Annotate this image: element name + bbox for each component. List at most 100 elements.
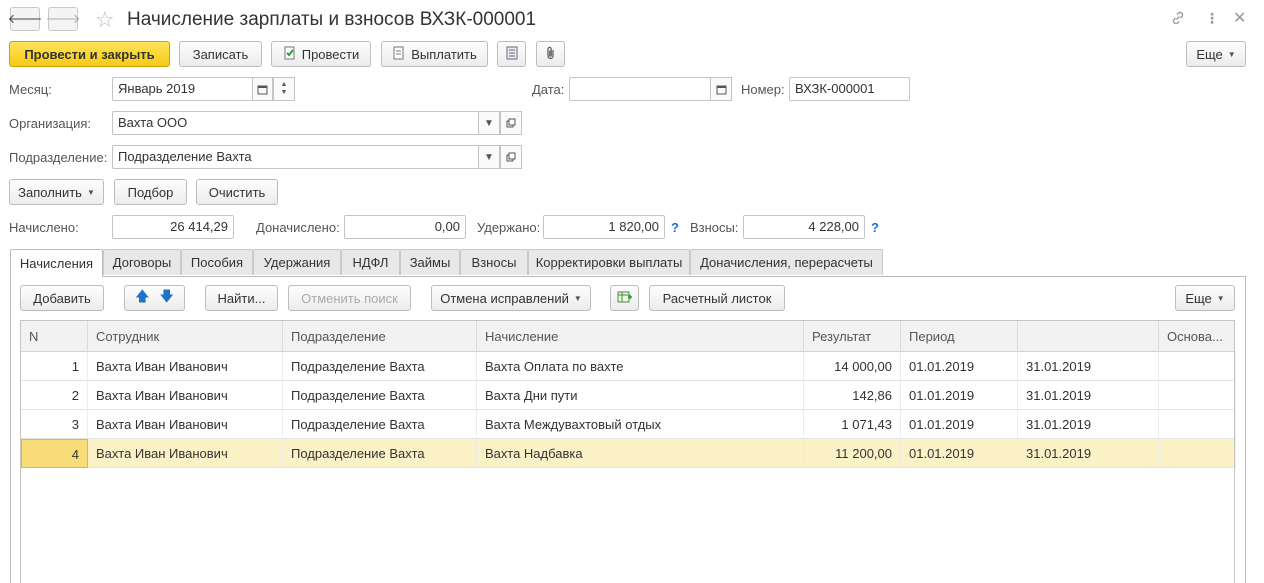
employee-cell[interactable]: Вахта Иван Иванович bbox=[88, 381, 283, 410]
period-start-cell[interactable]: 01.01.2019 bbox=[901, 410, 1018, 439]
payslip-button[interactable]: Расчетный листок bbox=[649, 285, 785, 311]
col-accrual[interactable]: Начисление bbox=[477, 321, 804, 352]
row-number[interactable]: 2 bbox=[21, 381, 88, 410]
department-cell[interactable]: Подразделение Вахта bbox=[283, 410, 477, 439]
col-n[interactable]: N bbox=[21, 321, 88, 352]
table-row[interactable]: 1 Вахта Иван Иванович Подразделение Вахта В… bbox=[21, 352, 1236, 381]
more-button[interactable]: Еще ▼ bbox=[1186, 41, 1246, 67]
organization-field[interactable]: Вахта ООО bbox=[112, 111, 479, 135]
fill-button[interactable]: Заполнить ▼ bbox=[9, 179, 104, 205]
result-cell[interactable]: 14 000,00 bbox=[804, 352, 901, 381]
accrual-cell[interactable]: Вахта Междувахтовый отдых bbox=[477, 410, 804, 439]
favorite-star-icon[interactable]: ☆ bbox=[95, 7, 115, 33]
table-row[interactable]: 4 Вахта Иван Иванович Подразделение Вахта В… bbox=[21, 439, 1236, 468]
withheld-help-icon[interactable]: ? bbox=[671, 220, 679, 235]
department-cell[interactable]: Подразделение Вахта bbox=[283, 352, 477, 381]
contributions-label: Взносы: bbox=[690, 220, 739, 235]
organization-dropdown-icon[interactable]: ▼ bbox=[478, 111, 500, 135]
find-button[interactable]: Найти... bbox=[205, 285, 278, 311]
period-end-cell[interactable]: 31.01.2019 bbox=[1018, 381, 1159, 410]
month-field[interactable]: Январь 2019 bbox=[112, 77, 253, 101]
contributions-help-icon[interactable]: ? bbox=[871, 220, 879, 235]
post-and-close-button[interactable]: Провести и закрыть bbox=[9, 41, 170, 67]
department-field[interactable]: Подразделение Вахта bbox=[112, 145, 479, 169]
add-button[interactable]: Добавить bbox=[20, 285, 104, 311]
col-department[interactable]: Подразделение bbox=[283, 321, 477, 352]
employee-cell[interactable]: Вахта Иван Иванович bbox=[88, 410, 283, 439]
more-vertical-icon[interactable]: ⋮ bbox=[1205, 10, 1219, 27]
date-calendar-icon[interactable] bbox=[710, 77, 732, 101]
period-start-cell[interactable]: 01.01.2019 bbox=[901, 381, 1018, 410]
tab-benefits[interactable]: Пособия bbox=[181, 249, 253, 275]
tab-ndfl[interactable]: НДФЛ bbox=[341, 249, 400, 275]
tab-loans[interactable]: Займы bbox=[400, 249, 460, 275]
organization-open-icon[interactable] bbox=[500, 111, 522, 135]
basis-cell[interactable] bbox=[1159, 381, 1236, 410]
department-cell[interactable]: Подразделение Вахта bbox=[283, 439, 477, 468]
tab-contracts[interactable]: Договоры bbox=[103, 249, 181, 275]
basis-cell[interactable] bbox=[1159, 410, 1236, 439]
period-end-cell[interactable]: 31.01.2019 bbox=[1018, 410, 1159, 439]
accruals-table: N Сотрудник Подразделение Начисление Рез… bbox=[20, 320, 1236, 583]
tab-contributions[interactable]: Взносы bbox=[460, 249, 528, 275]
table-more-button[interactable]: Еще ▼ bbox=[1175, 285, 1235, 311]
employee-cell[interactable]: Вахта Иван Иванович bbox=[88, 439, 283, 468]
table-row[interactable]: 2 Вахта Иван Иванович Подразделение Вахта В… bbox=[21, 381, 1236, 410]
result-cell[interactable]: 11 200,00 bbox=[804, 439, 901, 468]
tab-payment-corrections[interactable]: Корректировки выплаты bbox=[528, 249, 690, 275]
tab-recalculations[interactable]: Доначисления, перерасчеты bbox=[690, 249, 883, 275]
select-button[interactable]: Подбор bbox=[114, 179, 187, 205]
accrual-cell[interactable]: Вахта Дни пути bbox=[477, 381, 804, 410]
cancel-corrections-button[interactable]: Отмена исправлений ▼ bbox=[431, 285, 591, 311]
report-button[interactable] bbox=[497, 41, 526, 67]
period-end-cell[interactable]: 31.01.2019 bbox=[1018, 439, 1159, 468]
result-cell[interactable]: 1 071,43 bbox=[804, 410, 901, 439]
employee-cell[interactable]: Вахта Иван Иванович bbox=[88, 352, 283, 381]
row-number[interactable]: 4 bbox=[21, 439, 88, 468]
move-up-icon[interactable]: 🡅 bbox=[135, 286, 149, 310]
calendar-icon[interactable] bbox=[252, 77, 273, 101]
save-button[interactable]: Записать bbox=[179, 41, 262, 67]
clear-button[interactable]: Очистить bbox=[196, 179, 278, 205]
period-end-cell[interactable]: 31.01.2019 bbox=[1018, 352, 1159, 381]
col-result[interactable]: Результат bbox=[804, 321, 901, 352]
department-dropdown-icon[interactable]: ▼ bbox=[478, 145, 500, 169]
col-period-end[interactable] bbox=[1018, 321, 1159, 352]
department-open-icon[interactable] bbox=[500, 145, 522, 169]
col-period[interactable]: Период bbox=[901, 321, 1018, 352]
close-icon[interactable]: ✕ bbox=[1233, 8, 1246, 28]
number-field[interactable]: ВХЗК-000001 bbox=[789, 77, 910, 101]
paperclip-icon bbox=[545, 46, 557, 63]
withheld-label: Удержано: bbox=[477, 220, 541, 235]
period-start-cell[interactable]: 01.01.2019 bbox=[901, 352, 1018, 381]
stepper-down-icon[interactable]: ▼ bbox=[281, 89, 288, 97]
move-down-icon[interactable]: 🡇 bbox=[160, 286, 174, 310]
table-row[interactable]: 3 Вахта Иван Иванович Подразделение Вахта В… bbox=[21, 410, 1236, 439]
col-basis[interactable]: Основа... bbox=[1159, 321, 1236, 352]
tab-deductions[interactable]: Удержания bbox=[253, 249, 341, 275]
result-cell[interactable]: 142,86 bbox=[804, 381, 901, 410]
row-number[interactable]: 3 bbox=[21, 410, 88, 439]
table-add-icon bbox=[617, 290, 633, 307]
stepper-up-icon[interactable]: ▲ bbox=[281, 81, 288, 89]
col-employee[interactable]: Сотрудник bbox=[88, 321, 283, 352]
pay-button[interactable]: Выплатить bbox=[381, 41, 488, 67]
cancel-search-button[interactable]: Отменить поиск bbox=[288, 285, 411, 311]
basis-cell[interactable] bbox=[1159, 352, 1236, 381]
period-start-cell[interactable]: 01.01.2019 bbox=[901, 439, 1018, 468]
table-add-row-button[interactable] bbox=[610, 285, 639, 311]
tab-accruals[interactable]: Начисления bbox=[10, 249, 103, 277]
basis-cell[interactable] bbox=[1159, 439, 1236, 468]
department-cell[interactable]: Подразделение Вахта bbox=[283, 381, 477, 410]
row-number[interactable]: 1 bbox=[21, 352, 88, 381]
month-stepper[interactable]: ▲ ▼ bbox=[273, 77, 295, 101]
attach-button[interactable] bbox=[536, 41, 565, 67]
link-icon[interactable] bbox=[1170, 10, 1186, 29]
accrual-cell[interactable]: Вахта Оплата по вахте bbox=[477, 352, 804, 381]
date-field[interactable] bbox=[569, 77, 711, 101]
move-buttons: 🡅 🡇 bbox=[124, 285, 185, 311]
accrual-cell[interactable]: Вахта Надбавка bbox=[477, 439, 804, 468]
forward-button[interactable]: 🡒 bbox=[46, 7, 80, 31]
post-button[interactable]: Провести bbox=[271, 41, 371, 67]
back-button[interactable]: 🡐 bbox=[8, 7, 42, 31]
